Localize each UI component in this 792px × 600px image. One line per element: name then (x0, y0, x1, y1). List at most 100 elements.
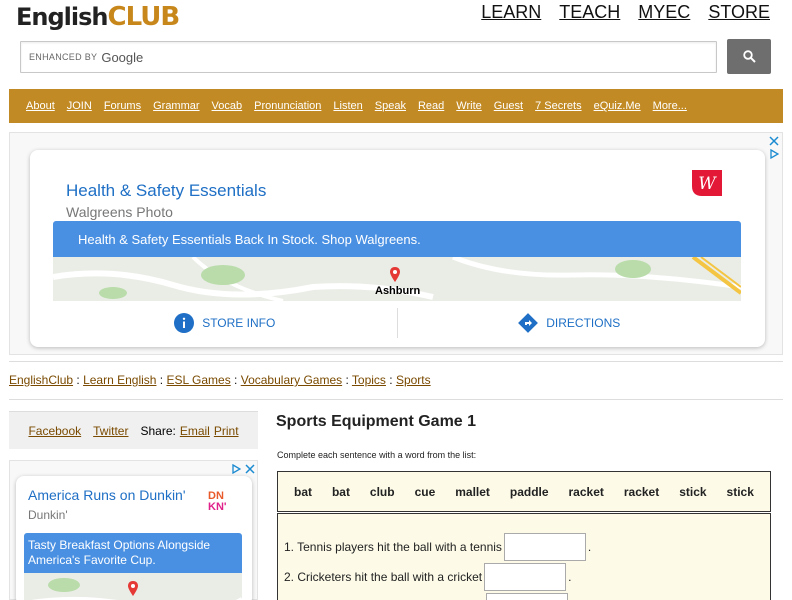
game-instructions: Complete each sentence with a word from … (277, 450, 477, 460)
breadcrumb-separator: : (156, 373, 167, 387)
word-item: cue (414, 484, 436, 499)
side-ad-advertiser: Dunkin' (28, 508, 68, 522)
top-advertisement[interactable]: Health & Safety Essentials Walgreens Pho… (9, 132, 783, 355)
answer-input-2[interactable] (484, 563, 567, 591)
logo-english-text: English (16, 3, 108, 31)
breadcrumb-englishclub[interactable]: EnglishClub (9, 373, 73, 387)
top-nav: LEARN TEACH MYEC STORE (481, 2, 770, 23)
nav-equiz[interactable]: eQuiz.Me (594, 100, 641, 112)
answer-input-3[interactable] (486, 593, 568, 600)
breadcrumb-separator: : (385, 373, 396, 387)
word-item: racket (623, 484, 660, 499)
nav-about[interactable]: About (26, 100, 55, 112)
side-ad-title[interactable]: America Runs on Dunkin' (28, 487, 186, 503)
word-item: mallet (455, 484, 490, 499)
search-input[interactable]: ENHANCED BY Google (20, 41, 717, 73)
nav-listen[interactable]: Listen (333, 100, 362, 112)
main-nav-bar: About JOIN Forums Grammar Vocab Pronunci… (9, 89, 783, 123)
game-title: Sports Equipment Game 1 (276, 413, 477, 430)
map-label: Ashburn (375, 285, 421, 297)
questions-panel: 1. Tennis players hit the ball with a te… (277, 513, 771, 600)
englishclub-logo[interactable]: English CLUB (16, 2, 180, 36)
top-nav-store[interactable]: STORE (708, 2, 770, 23)
ad-choices-icon[interactable] (770, 149, 779, 159)
ad-actions: STORE INFO DIRECTIONS (53, 306, 741, 340)
side-ad-map[interactable] (24, 573, 242, 600)
ad-close-icon[interactable] (769, 136, 779, 146)
nav-forums[interactable]: Forums (104, 100, 141, 112)
nav-vocab[interactable]: Vocab (212, 100, 243, 112)
divider (9, 361, 783, 362)
share-bar: Facebook Twitter Share: Email Print (9, 411, 258, 449)
question-row: 1. Tennis players hit the ball with a te… (284, 533, 591, 561)
nav-pronunciation[interactable]: Pronunciation (254, 100, 321, 112)
store-info-label: STORE INFO (202, 316, 276, 330)
ad-choices-icon[interactable] (232, 464, 241, 474)
logo-club-text: CLUB (107, 2, 180, 32)
search-icon (742, 50, 756, 63)
nav-join[interactable]: JOIN (67, 100, 92, 112)
dunkin-logo-bottom: KN' (208, 501, 227, 513)
store-info-button[interactable]: STORE INFO (53, 306, 397, 340)
question-row (484, 593, 568, 600)
ad-title[interactable]: Health & Safety Essentials (66, 181, 266, 201)
side-advertisement[interactable]: America Runs on Dunkin' Dunkin' DN KN' T… (9, 460, 258, 600)
nav-7-secrets[interactable]: 7 Secrets (535, 100, 581, 112)
question-row: 2. Cricketers hit the ball with a cricke… (284, 563, 571, 591)
word-item: stick (726, 484, 754, 499)
question-text: 1. Tennis players hit the ball with a te… (284, 540, 502, 554)
breadcrumb-esl-games[interactable]: ESL Games (166, 373, 230, 387)
twitter-link[interactable]: Twitter (93, 424, 128, 438)
side-ad-banner[interactable]: Tasty Breakfast Options Alongside Americ… (24, 533, 242, 573)
word-list: bat bat club cue mallet paddle racket ra… (277, 471, 771, 512)
map-pin-icon (390, 267, 400, 282)
question-period: . (568, 570, 572, 584)
breadcrumb-separator: : (230, 373, 241, 387)
email-link[interactable]: Email (180, 424, 210, 438)
word-item: paddle (509, 484, 549, 499)
directions-label: DIRECTIONS (546, 316, 621, 330)
dunkin-logo: DN KN' (208, 491, 238, 513)
word-item: racket (568, 484, 604, 499)
nav-grammar[interactable]: Grammar (153, 100, 199, 112)
info-icon (174, 313, 195, 333)
breadcrumb-separator: : (342, 373, 352, 387)
word-item: club (369, 484, 395, 499)
nav-speak[interactable]: Speak (375, 100, 406, 112)
nav-read[interactable]: Read (418, 100, 444, 112)
answer-input-1[interactable] (503, 533, 586, 561)
search-google-label: Google (101, 49, 144, 65)
ad-map[interactable]: Ashburn (53, 257, 741, 301)
nav-more[interactable]: More... (653, 100, 687, 112)
breadcrumb-learn-english[interactable]: Learn English (83, 373, 156, 387)
ad-card[interactable]: Health & Safety Essentials Walgreens Pho… (30, 150, 765, 347)
word-item: bat (331, 484, 350, 499)
search-button[interactable] (727, 39, 771, 74)
ad-banner[interactable]: Health & Safety Essentials Back In Stock… (53, 221, 741, 257)
top-nav-teach[interactable]: TEACH (559, 2, 620, 23)
nav-write[interactable]: Write (456, 100, 481, 112)
walgreens-logo-icon: W (692, 170, 722, 196)
question-text: 2. Cricketers hit the ball with a cricke… (284, 570, 483, 584)
top-nav-learn[interactable]: LEARN (481, 2, 541, 23)
print-link[interactable]: Print (214, 424, 239, 438)
breadcrumb-vocabulary-games[interactable]: Vocabulary Games (241, 373, 342, 387)
question-period: . (587, 540, 592, 554)
breadcrumb-sports[interactable]: Sports (396, 373, 431, 387)
directions-button[interactable]: DIRECTIONS (398, 306, 742, 340)
divider (9, 399, 783, 400)
nav-guest[interactable]: Guest (494, 100, 523, 112)
word-item: stick (679, 484, 707, 499)
breadcrumb: EnglishClub : Learn English : ESL Games … (9, 373, 431, 387)
breadcrumb-topics[interactable]: Topics (352, 373, 386, 387)
top-nav-myec[interactable]: MYEC (638, 2, 690, 23)
word-item: bat (293, 484, 312, 499)
directions-icon (518, 313, 539, 333)
ad-advertiser: Walgreens Photo (66, 204, 173, 220)
facebook-link[interactable]: Facebook (28, 424, 81, 438)
ad-close-icon[interactable] (245, 464, 255, 474)
map-pin-icon (128, 581, 138, 596)
search-enhanced-label: ENHANCED BY (29, 52, 98, 62)
breadcrumb-separator: : (73, 373, 84, 387)
side-ad-card[interactable]: America Runs on Dunkin' Dunkin' DN KN' T… (16, 476, 252, 600)
